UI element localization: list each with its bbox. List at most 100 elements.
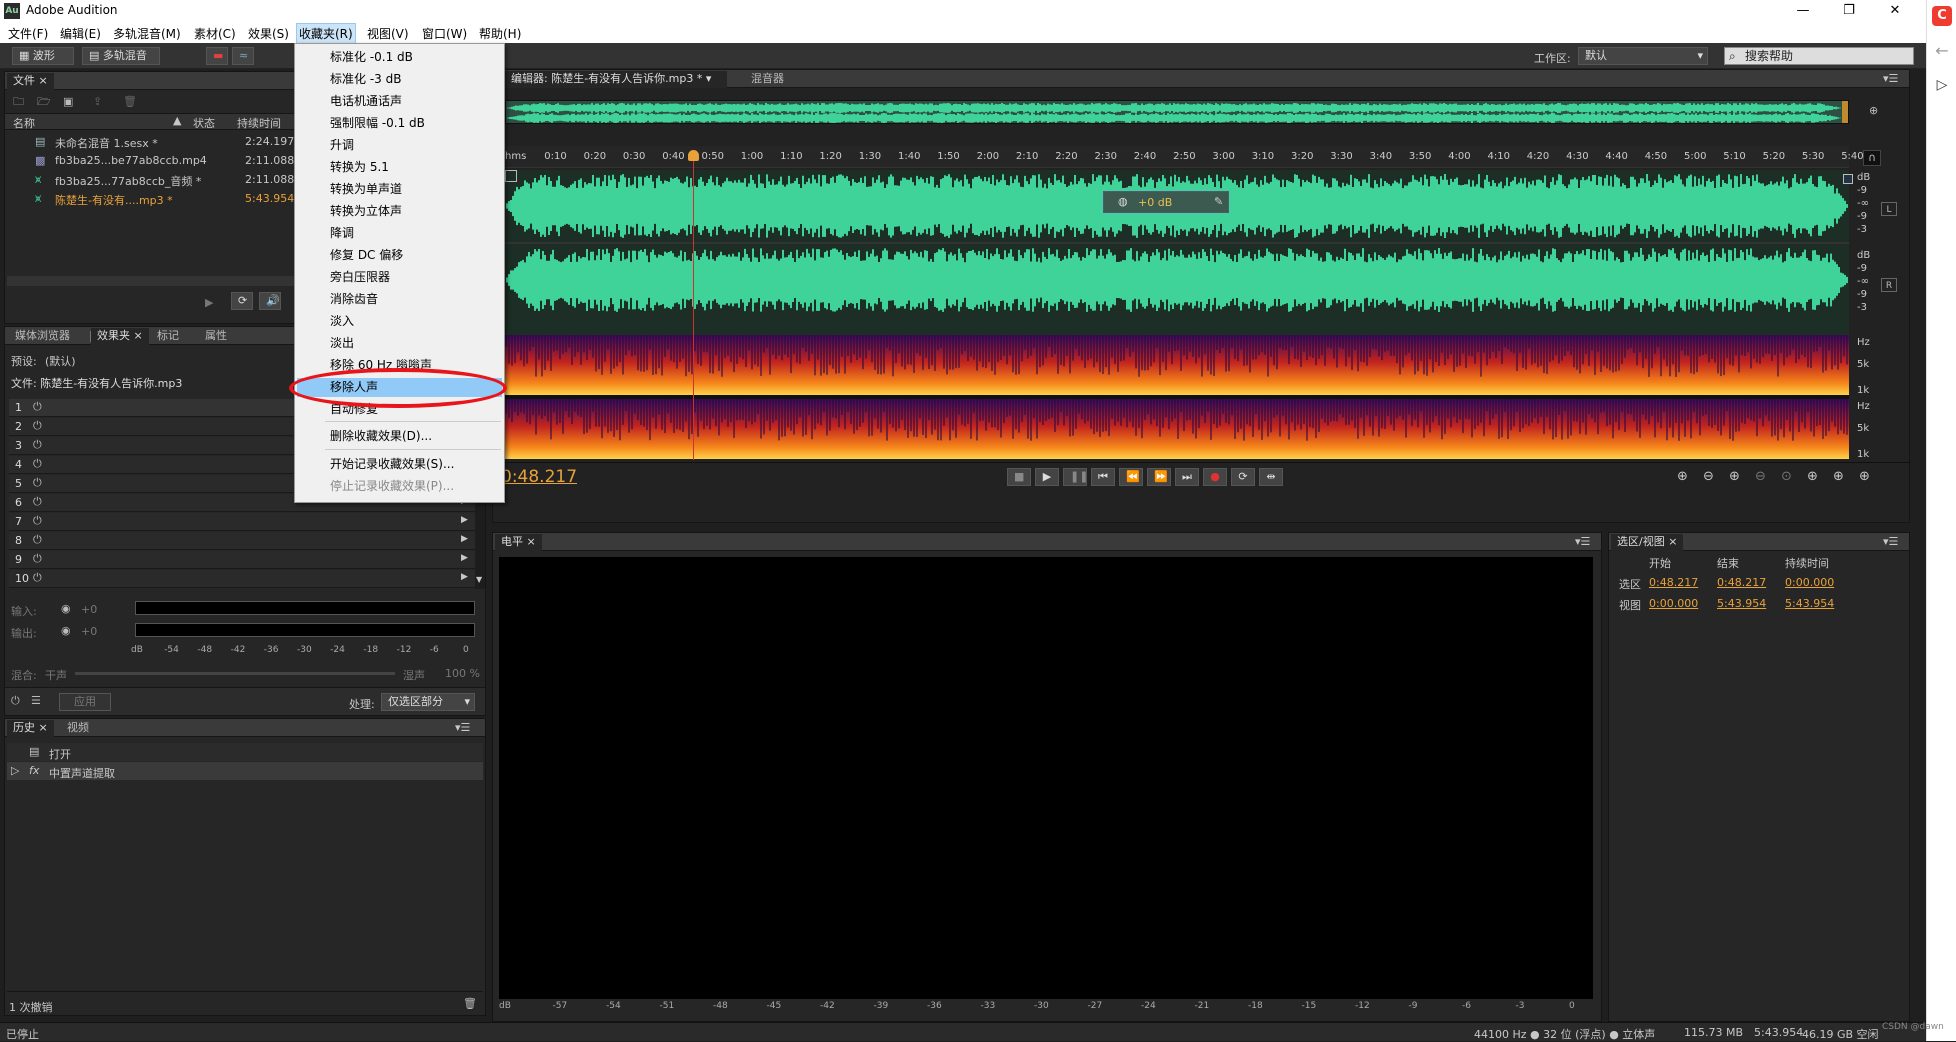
rewind-icon[interactable]: ⏪ <box>1119 468 1143 486</box>
close-icon[interactable]: ✕ <box>1872 0 1918 22</box>
start-recording-favorite-item[interactable]: 开始记录收藏效果(S)... <box>297 455 502 474</box>
insert-icon[interactable]: ▣ <box>63 95 73 109</box>
stop-recording-favorite-item[interactable]: 停止记录收藏效果(P)... <box>297 477 502 496</box>
slot-power-icon[interactable]: ⏻ <box>33 514 42 528</box>
menu-edit[interactable]: 编辑(E) <box>58 25 103 42</box>
slot-power-icon[interactable]: ⏻ <box>33 419 42 433</box>
slot-power-icon[interactable]: ⏻ <box>33 533 42 547</box>
tab-properties[interactable]: 属性 <box>199 328 233 345</box>
spectral-display[interactable] <box>505 335 1849 459</box>
waveform-display-icon[interactable]: ≈ <box>232 47 254 65</box>
overview-zoom-handle[interactable] <box>1842 101 1848 123</box>
panel-menu-icon[interactable]: ▾☰ <box>455 721 470 734</box>
zoom-in-amplitude-icon[interactable]: ⊕ <box>1677 469 1688 484</box>
tab-editor[interactable]: 编辑器: 陈楚生-有没有人告诉你.mp3 * ▾ <box>505 71 727 88</box>
playhead-handle-icon[interactable] <box>688 150 700 161</box>
play-preview-icon[interactable]: ▶ <box>205 296 213 310</box>
zoom-in-left-icon[interactable]: ⊕ <box>1807 469 1818 484</box>
tab-mixer[interactable]: 混音器 <box>745 71 790 88</box>
time-ruler[interactable]: hms 0:10 0:20 0:30 0:40 0:50 1:00 1:10 1:20 1:30 1… <box>505 146 1864 168</box>
open-file-icon[interactable]: 🗀 <box>13 95 24 109</box>
favorite-item[interactable]: 旁白压限器 <box>297 268 502 287</box>
slot-arrow-icon[interactable]: ▶ <box>461 572 468 582</box>
favorite-item[interactable]: 转换为 5.1 <box>297 158 502 177</box>
export-icon[interactable]: ⇪ <box>93 95 102 109</box>
history-item-current[interactable]: ▷ fx 中置声道提取 <box>7 762 483 780</box>
slot-power-icon[interactable]: ⏻ <box>33 476 42 490</box>
favorite-item[interactable]: 电话机通话声 <box>297 92 502 111</box>
panel-menu-icon[interactable]: ▾☰ <box>1883 535 1898 548</box>
view-start[interactable]: 0:00.000 <box>1649 597 1698 610</box>
slot-power-icon[interactable]: ⏻ <box>33 438 42 452</box>
channel-right-toggle[interactable]: R <box>1881 278 1897 292</box>
channel-corner-icon[interactable] <box>1843 174 1853 184</box>
delete-icon[interactable]: 🗑 <box>123 95 137 109</box>
slot-power-icon[interactable]: ⏻ <box>33 400 42 414</box>
slot-arrow-icon[interactable]: ▶ <box>461 534 468 544</box>
expand-icon[interactable]: ▷ <box>1933 78 1951 92</box>
favorite-item[interactable]: 升调 <box>297 136 502 155</box>
effect-slot[interactable]: 8 ⏻ ▶ <box>9 532 475 550</box>
zoom-overview-icon[interactable]: ⊕ <box>1869 104 1878 118</box>
tab-effects-rack[interactable]: 效果夹 × <box>91 328 149 345</box>
import-icon[interactable]: 🗁 <box>37 95 51 109</box>
favorite-item[interactable]: 转换为单声道 <box>297 180 502 199</box>
tab-video[interactable]: 视频 <box>61 720 95 737</box>
zoom-in-right-icon[interactable]: ⊕ <box>1833 469 1844 484</box>
loop-icon[interactable]: ⟳ <box>1231 468 1255 486</box>
zoom-out-amplitude-icon[interactable]: ⊖ <box>1703 469 1714 484</box>
csdn-icon[interactable]: C <box>1932 6 1952 26</box>
selection-end[interactable]: 0:48.217 <box>1717 576 1766 589</box>
process-select[interactable]: 仅选区部分 ▾ <box>381 693 475 711</box>
tab-level[interactable]: 电平 × <box>495 534 542 551</box>
fast-forward-icon[interactable]: ⏩ <box>1147 468 1171 486</box>
slot-power-icon[interactable]: ⏻ <box>33 552 42 566</box>
skip-start-icon[interactable]: ⏮ <box>1091 468 1115 486</box>
current-time-display[interactable]: 0:48.217 <box>501 467 577 487</box>
menu-help[interactable]: 帮助(H) <box>477 25 523 42</box>
history-item[interactable]: ▤ 打开 <box>7 743 483 761</box>
favorite-item[interactable]: 淡入 <box>297 312 502 331</box>
slot-arrow-icon[interactable]: ▶ <box>461 553 468 563</box>
tab-files[interactable]: 文件 × <box>7 73 54 90</box>
panel-menu-icon[interactable]: ▾☰ <box>1883 72 1898 85</box>
waveform-view-button[interactable]: ▦ 波形 <box>12 47 74 65</box>
favorite-item[interactable]: 标准化 -3 dB <box>297 70 502 89</box>
minimize-icon[interactable]: — <box>1780 0 1826 22</box>
menu-clip[interactable]: 素材(C) <box>192 25 238 42</box>
favorite-item[interactable]: 降调 <box>297 224 502 243</box>
favorite-item[interactable]: 消除齿音 <box>297 290 502 309</box>
waveform-overview[interactable] <box>505 100 1849 124</box>
tab-media-browser[interactable]: 媒体浏览器 <box>9 328 76 345</box>
slot-power-icon[interactable]: ⏻ <box>33 571 42 585</box>
menu-favorites[interactable]: 收藏夹(R) <box>296 23 356 44</box>
help-search-input[interactable]: ⌕ 搜索帮助 <box>1724 47 1914 65</box>
apply-button[interactable]: 应用 <box>59 693 111 711</box>
favorite-item[interactable]: 强制限幅 -0.1 dB <box>297 114 502 133</box>
selection-start[interactable]: 0:48.217 <box>1649 576 1698 589</box>
record-icon[interactable]: ● <box>1203 468 1227 486</box>
mix-percent[interactable]: 100 % <box>445 667 480 680</box>
slot-power-icon[interactable]: ⏻ <box>33 495 42 509</box>
effect-slot[interactable]: 9 ⏻ ▶ <box>9 551 475 569</box>
tab-history[interactable]: 历史 × <box>7 720 54 737</box>
spectral-display-icon[interactable]: ▬ <box>206 47 228 65</box>
power-icon[interactable]: ⏻ <box>11 694 20 708</box>
view-end[interactable]: 5:43.954 <box>1717 597 1766 610</box>
trash-icon[interactable]: 🗑 <box>463 997 477 1011</box>
zoom-selection-icon[interactable]: ⊕ <box>1859 469 1870 484</box>
play-icon[interactable]: ▶ <box>1035 468 1059 486</box>
slot-arrow-icon[interactable]: ▶ <box>461 515 468 525</box>
panel-menu-icon[interactable]: ▾☰ <box>1575 535 1590 548</box>
favorite-item[interactable]: 转换为立体声 <box>297 202 502 221</box>
headphones-icon[interactable]: ∩ <box>1863 150 1881 166</box>
favorite-item[interactable]: 标准化 -0.1 dB <box>297 48 502 67</box>
scroll-down-icon[interactable]: ▼ <box>476 575 482 584</box>
workspace-select[interactable]: 默认 ▾ <box>1578 47 1708 65</box>
column-duration[interactable]: 持续时间 <box>237 115 281 131</box>
column-name[interactable]: 名称 <box>13 115 35 131</box>
output-gain-value[interactable]: +0 <box>81 625 97 638</box>
output-gain-knob-icon[interactable]: ◉ <box>61 624 71 638</box>
zoom-out-time-icon[interactable]: ⊖ <box>1755 469 1766 484</box>
multitrack-view-button[interactable]: ▤ 多轨混音 <box>82 47 160 65</box>
